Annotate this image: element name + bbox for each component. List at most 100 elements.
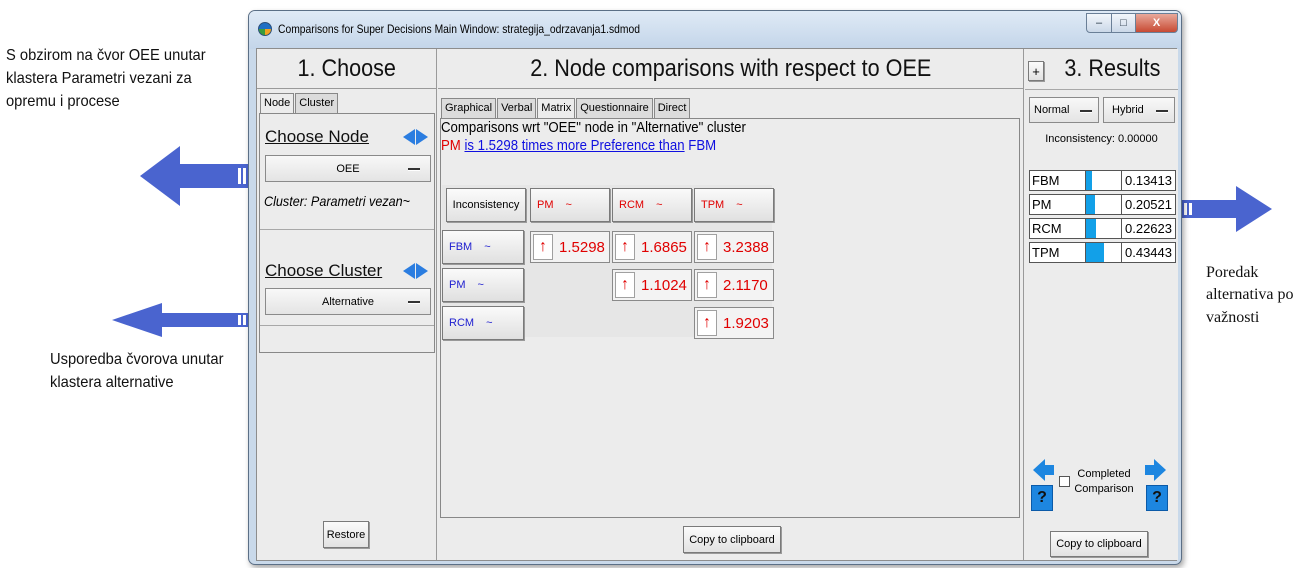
dropdown-indicator-icon	[408, 301, 420, 304]
tilde-icon: ~	[656, 199, 663, 211]
matrix-cell-fbm-pm[interactable]: ↑ 1.5298	[530, 231, 610, 263]
next-cluster-icon[interactable]	[416, 263, 428, 279]
matrix-cell-fbm-rcm[interactable]: ↑ 1.6865	[612, 231, 692, 263]
column-header-pm[interactable]: PM ~	[530, 188, 610, 222]
cell-value[interactable]: 1.6865	[641, 239, 687, 256]
up-arrow-icon[interactable]: ↑	[533, 234, 553, 260]
tab-matrix[interactable]: Matrix	[537, 98, 576, 119]
up-arrow-icon[interactable]: ↑	[615, 272, 635, 298]
left-arrow-top-icon	[140, 146, 252, 206]
title-bar: Comparisons for Super Decisions Main Win…	[249, 11, 1181, 49]
row-header-pm[interactable]: PM ~	[442, 268, 524, 302]
completed-comparison-label: Completed Comparison	[1074, 468, 1134, 496]
results-copy-to-clipboard-button[interactable]: Copy to clipboard	[1050, 531, 1148, 557]
next-node-icon[interactable]	[416, 129, 428, 145]
comparisons-window: Comparisons for Super Decisions Main Win…	[248, 10, 1182, 565]
tab-direct[interactable]: Direct	[653, 98, 691, 118]
divider	[260, 229, 434, 230]
choose-cluster-label: Choose Cluster	[265, 261, 383, 280]
matrix-cell-rcm-tpm[interactable]: ↑ 1.9203	[694, 307, 774, 339]
priority-row: PM 0.20521	[1029, 194, 1176, 215]
choose-header: 1. Choose	[257, 49, 436, 89]
column-header-tpm[interactable]: TPM ~	[694, 188, 774, 222]
tab-cluster[interactable]: Cluster	[295, 93, 339, 113]
divider	[260, 325, 434, 326]
copy-to-clipboard-button[interactable]: Copy to clipboard	[683, 526, 781, 553]
node-select[interactable]: OEE	[265, 155, 431, 182]
help-button-right[interactable]: ?	[1146, 485, 1168, 511]
annotation-top-left: S obzirom na čvor OEE unutar klastera Pa…	[6, 47, 206, 111]
row-header-fbm[interactable]: FBM ~	[442, 230, 524, 264]
divider	[1025, 89, 1178, 90]
up-arrow-icon[interactable]: ↑	[615, 234, 635, 260]
prev-comparison-button[interactable]	[1031, 458, 1055, 482]
tab-verbal[interactable]: Verbal	[497, 98, 537, 118]
row-header-label: PM	[449, 279, 466, 291]
left-arrow-icon	[1033, 459, 1054, 481]
annotation-bottom-left: Usporedba čvorova unutar klastera altern…	[50, 351, 224, 392]
up-arrow-icon[interactable]: ↑	[697, 310, 717, 336]
window-client-area: 1. Choose Node Cluster Choose Node OEE C…	[256, 48, 1178, 561]
matrix-cell-fbm-tpm[interactable]: ↑ 3.2388	[694, 231, 774, 263]
hybrid-mode-value: Hybrid	[1112, 104, 1144, 116]
hybrid-mode-select[interactable]: Hybrid	[1103, 97, 1175, 123]
priority-name: PM	[1032, 197, 1052, 212]
column-header-rcm[interactable]: RCM ~	[612, 188, 692, 222]
results-header-text: 3. Results	[1064, 55, 1161, 82]
node-select-value: OEE	[336, 162, 360, 175]
tab-questionnaire[interactable]: Questionnaire	[576, 98, 653, 118]
sentence-right-node: FBM	[688, 137, 717, 154]
choose-tab-frame	[259, 113, 435, 353]
priority-name: TPM	[1032, 245, 1060, 260]
expand-button[interactable]: +	[1028, 61, 1044, 81]
minimize-button[interactable]: –	[1086, 13, 1112, 33]
tab-graphical[interactable]: Graphical	[441, 98, 497, 118]
matrix-cell-pm-tpm[interactable]: ↑ 2.1170	[694, 269, 774, 301]
cell-value[interactable]: 3.2388	[723, 239, 769, 256]
super-decisions-app-icon	[258, 22, 272, 36]
help-button-left[interactable]: ?	[1031, 485, 1053, 511]
comparison-sentence: PM is 1.5298 times more Preference than …	[441, 137, 716, 154]
inconsistency-button[interactable]: Inconsistency	[446, 188, 526, 222]
comparison-title: Comparisons wrt "OEE" node in "Alternati…	[441, 119, 746, 136]
restore-button[interactable]: Restore	[323, 521, 369, 548]
priority-row: RCM 0.22623	[1029, 218, 1176, 239]
tab-node[interactable]: Node	[260, 93, 295, 114]
comparison-mode-tabs: Graphical Verbal Matrix Questionnaire Di…	[441, 98, 691, 119]
up-arrow-icon[interactable]: ↑	[697, 234, 717, 260]
tilde-icon: ~	[565, 199, 572, 211]
cell-value[interactable]: 1.1024	[641, 277, 687, 294]
cell-value[interactable]: 1.9203	[723, 315, 769, 332]
comparisons-header: 2. Node comparisons with respect to OEE	[438, 49, 1023, 89]
cluster-prev-next-buttons[interactable]	[403, 263, 429, 281]
row-header-rcm[interactable]: RCM ~	[442, 306, 524, 340]
window-title: Comparisons for Super Decisions Main Win…	[278, 22, 640, 36]
close-button[interactable]: X	[1135, 13, 1178, 33]
normal-mode-select[interactable]: Normal	[1029, 97, 1099, 123]
cluster-select[interactable]: Alternative	[265, 288, 431, 315]
prev-cluster-icon[interactable]	[403, 263, 415, 279]
node-prev-next-buttons[interactable]	[403, 129, 429, 147]
column-header-label: RCM	[619, 199, 645, 211]
row-header-label: RCM	[449, 317, 475, 329]
tilde-icon: ~	[477, 279, 484, 291]
matrix-cell-pm-rcm[interactable]: ↑ 1.1024	[612, 269, 692, 301]
comparisons-header-text: 2. Node comparisons with respect to OEE	[529, 54, 931, 82]
results-panel: + 3. Results Normal Hybrid Inconsistency…	[1025, 49, 1178, 560]
completed-checkbox[interactable]	[1059, 476, 1070, 487]
prev-node-icon[interactable]	[403, 129, 415, 145]
dropdown-indicator-icon	[408, 168, 420, 171]
priority-value: 0.20521	[1121, 195, 1175, 214]
maximize-button[interactable]: □	[1111, 13, 1136, 33]
choose-node-label: Choose Node	[265, 127, 369, 146]
cell-value[interactable]: 2.1170	[723, 277, 768, 294]
tilde-icon: ~	[486, 317, 493, 329]
up-arrow-icon[interactable]: ↑	[697, 272, 717, 298]
priority-bar	[1086, 243, 1104, 262]
choose-header-text: 1. Choose	[297, 54, 396, 82]
sentence-middle[interactable]: is 1.5298 times more Preference than	[464, 137, 684, 154]
next-comparison-button[interactable]	[1144, 458, 1168, 482]
priority-value: 0.22623	[1121, 219, 1175, 238]
priority-name: FBM	[1032, 173, 1060, 188]
cell-value[interactable]: 1.5298	[559, 239, 605, 256]
